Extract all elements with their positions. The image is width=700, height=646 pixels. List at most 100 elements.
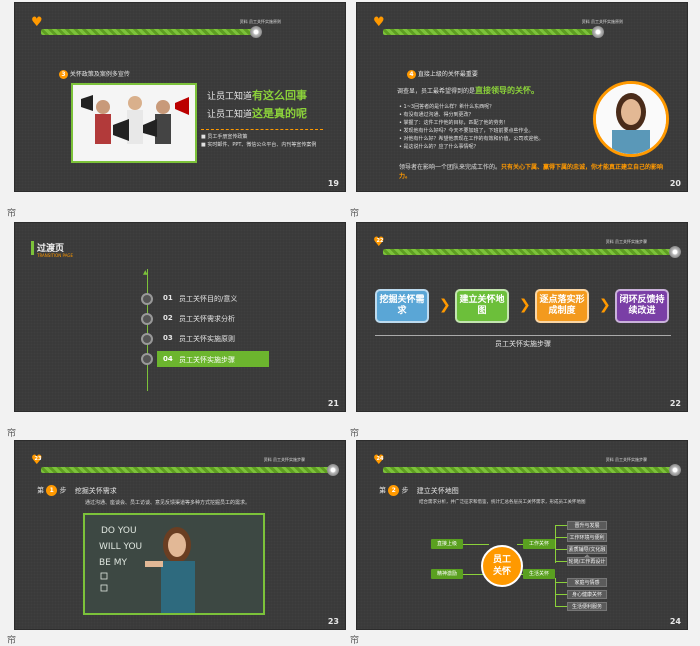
agenda-item-1[interactable]: 01 员工关怀目的/意义 [141,291,291,305]
corner-mark: 帘 [7,636,17,646]
dot-icon [141,313,153,325]
mindmap-leaf[interactable]: 工作环境与便利 [567,533,607,542]
mindmap-leaf[interactable]: 素质辅导/文化融合 [567,545,607,561]
step-heading: 第 2 步 建立关怀地图 [379,485,459,496]
portrait-image [596,84,666,154]
heart-icon: ♥ [373,15,385,30]
mindmap-node-work[interactable]: 工作关怀 [523,539,555,549]
page-number: 19 [327,179,339,188]
step-box-2[interactable]: 建立关怀地图 [455,289,509,323]
timeline-line [147,269,148,391]
progress-bar [41,467,331,473]
mindmap-leaf[interactable]: 生活便利服务 [567,602,607,611]
people-megaphones-image [73,85,195,161]
dot-icon [141,353,153,365]
slide-20[interactable]: ♥ 资料 员工关怀实施原则 4 直接上级的关怀最重要 调查显，员工最希望得到的是… [356,2,688,192]
disc-icon [669,246,681,258]
mindmap-leaf[interactable]: 身心健康关怀 [567,590,607,599]
chevron-right-icon: ❯ [599,297,611,313]
svg-text:BE MY: BE MY [99,558,127,568]
arrow-up-icon: ▲ [143,269,148,276]
disc-icon [669,464,681,476]
step-description: 结合需求分析，并广泛征求和借鉴，统计汇总各层员工关怀需求，形成员工关怀地图 [419,500,586,505]
mindmap-leaf[interactable]: 家庭与情感 [567,578,607,587]
divider [375,335,671,336]
progress-bar [383,467,673,473]
step-box-4[interactable]: 闭环反馈持续改进 [615,289,669,323]
header-caption: 资料 员工关怀实施原则 [581,19,623,24]
header-bar: ♥ 23 资料 员工关怀实施步骤 [31,454,339,476]
step-description: 通过沟通、座谈会、员工访谈、意见反馈渠道等多种方式挖掘员工的需求。 [85,500,251,506]
agenda-item-4-active[interactable]: 04 员工关怀实施步骤 [141,351,291,367]
page-number: 21 [327,399,339,408]
bullet-list: ■ 员工手册宣传政策 ■ 实时邮件、PPT、微信公众平台、内刊等宣传案例 [201,129,323,149]
header-bar: ♥ 资料 员工关怀实施原则 [373,15,673,38]
megaphone-photo [71,83,197,163]
footer-text: 领导者在影响一个团队来完成工作的。只有关心下属、赢得下属的忠诚，你才能真正建立自… [399,164,664,180]
bullet-item: • 有没有通过沟通、得分到更改？ [399,112,474,118]
chevron-right-icon: ❯ [439,297,451,313]
header-bar: ♥ 24 资料 员工关怀实施步骤 [373,454,681,476]
disc-icon [327,464,339,476]
bullet-item: • 对他有什么好？希望他表现在工作的有效和价值，公司欢迎他。 [399,136,544,142]
bullet-item: • 1~3回答者的是什么样？希什么东西呢？ [399,104,495,110]
chalkboard-image: DO YOU WILL YOU BE MY [85,515,263,613]
corner-mark: 帘 [350,429,360,439]
woman-portrait [593,81,669,157]
slide-22[interactable]: ♥ 22 资料 员工关怀实施步骤 挖掘关怀需求 ❯ 建立关怀地图 ❯ 逐点落实形… [356,222,688,412]
step-heading: 第 1 步 挖掘关怀需求 [37,485,117,496]
slide-23[interactable]: ♥ 23 资料 员工关怀实施步骤 第 1 步 挖掘关怀需求 通过沟通、座谈会、员… [14,440,346,630]
heart-icon: ♥ [31,15,43,30]
diagram-caption: 员工关怀实施步骤 [495,340,551,348]
svg-text:DO YOU: DO YOU [101,526,137,536]
bullet-item: • 是这说什么的？应了什么事情呢？ [399,144,479,150]
corner-mark: 帘 [7,209,17,219]
disc-icon [250,26,262,38]
bullet-item: • 掌握了：这件工作他的目标，匹配了他的劳务！ [399,120,509,126]
agenda-item-3[interactable]: 03 员工关怀实施原则 [141,331,291,345]
intro-text: 调查显，员工最希望得到的是直接领导的关怀。 [397,86,540,95]
corner-mark: 帘 [350,209,360,219]
corner-mark: 帘 [350,636,360,646]
bullet-item: ■ 员工手册宣传政策 [201,134,248,140]
slide-24[interactable]: ♥ 24 资料 员工关怀实施步骤 第 2 步 建立关怀地图 结合需求分析，并广泛… [356,440,688,630]
header-caption: 资料 员工关怀实施步骤 [605,457,647,462]
mindmap-node-left-2[interactable]: 精神激励 [431,569,463,579]
slide-19[interactable]: ♥ 资料 员工关怀实施原则 3 关怀政策及案例多宣传 让员工知道有这么回事 让员… [14,2,346,192]
page-number: 24 [669,617,681,626]
progress-bar [41,29,256,35]
progress-bar [383,29,598,35]
title-accent [31,241,34,255]
chalkboard-photo: DO YOU WILL YOU BE MY [83,513,265,615]
page-number: 23 [327,617,339,626]
disc-icon [592,26,604,38]
svg-text:WILL YOU: WILL YOU [99,542,142,552]
dot-icon [141,293,153,305]
step-box-1[interactable]: 挖掘关怀需求 [375,289,429,323]
bullet-item: • 发现他有什么好吗？今天不要加班了，下班前要点些作业。 [399,128,534,134]
corner-mark: 帘 [7,429,17,439]
step-box-3[interactable]: 逐点落实形成制度 [535,289,589,323]
mindmap-leaf[interactable]: 晋升与发展 [567,521,607,530]
page-number: 20 [669,179,681,188]
chevron-right-icon: ❯ [519,297,531,313]
mindmap-node-left-1[interactable]: 直接上级 [431,539,463,549]
agenda-item-2[interactable]: 02 员工关怀需求分析 [141,311,291,325]
dot-icon [141,333,153,345]
emphasis-line-1: 让员工知道有这么回事 [207,89,308,102]
mindmap-leaf[interactable]: 轮岗/工作再设计 [567,557,607,566]
header-bar: ♥ 资料 员工关怀实施原则 [31,15,331,38]
progress-bar [383,249,673,255]
section-heading: 4 直接上级的关怀最重要 [407,69,478,79]
mindmap-center[interactable]: 员工关怀 [481,545,523,587]
page-number: 22 [669,399,681,408]
header-bar: ♥ 22 资料 员工关怀实施步骤 [373,236,681,258]
emphasis-line-2: 让员工知道这是真的呢 [207,107,308,120]
bullet-item: ■ 实时邮件、PPT、微信公众平台、内刊等宣传案例 [201,142,317,148]
mindmap-node-life[interactable]: 生活关怀 [523,569,555,579]
bullet-list: • 1~3回答者的是什么样？希什么东西呢？ • 有没有通过沟通、得分到更改？ •… [399,103,579,151]
section-heading: 3 关怀政策及案例多宣传 [59,69,130,79]
slide-21[interactable]: 过渡页 TRANSITION PAGE ▲ 01 员工关怀目的/意义 02 员工… [14,222,346,412]
header-caption: 资料 员工关怀实施原则 [239,19,281,24]
header-caption: 资料 员工关怀实施步骤 [605,239,647,244]
